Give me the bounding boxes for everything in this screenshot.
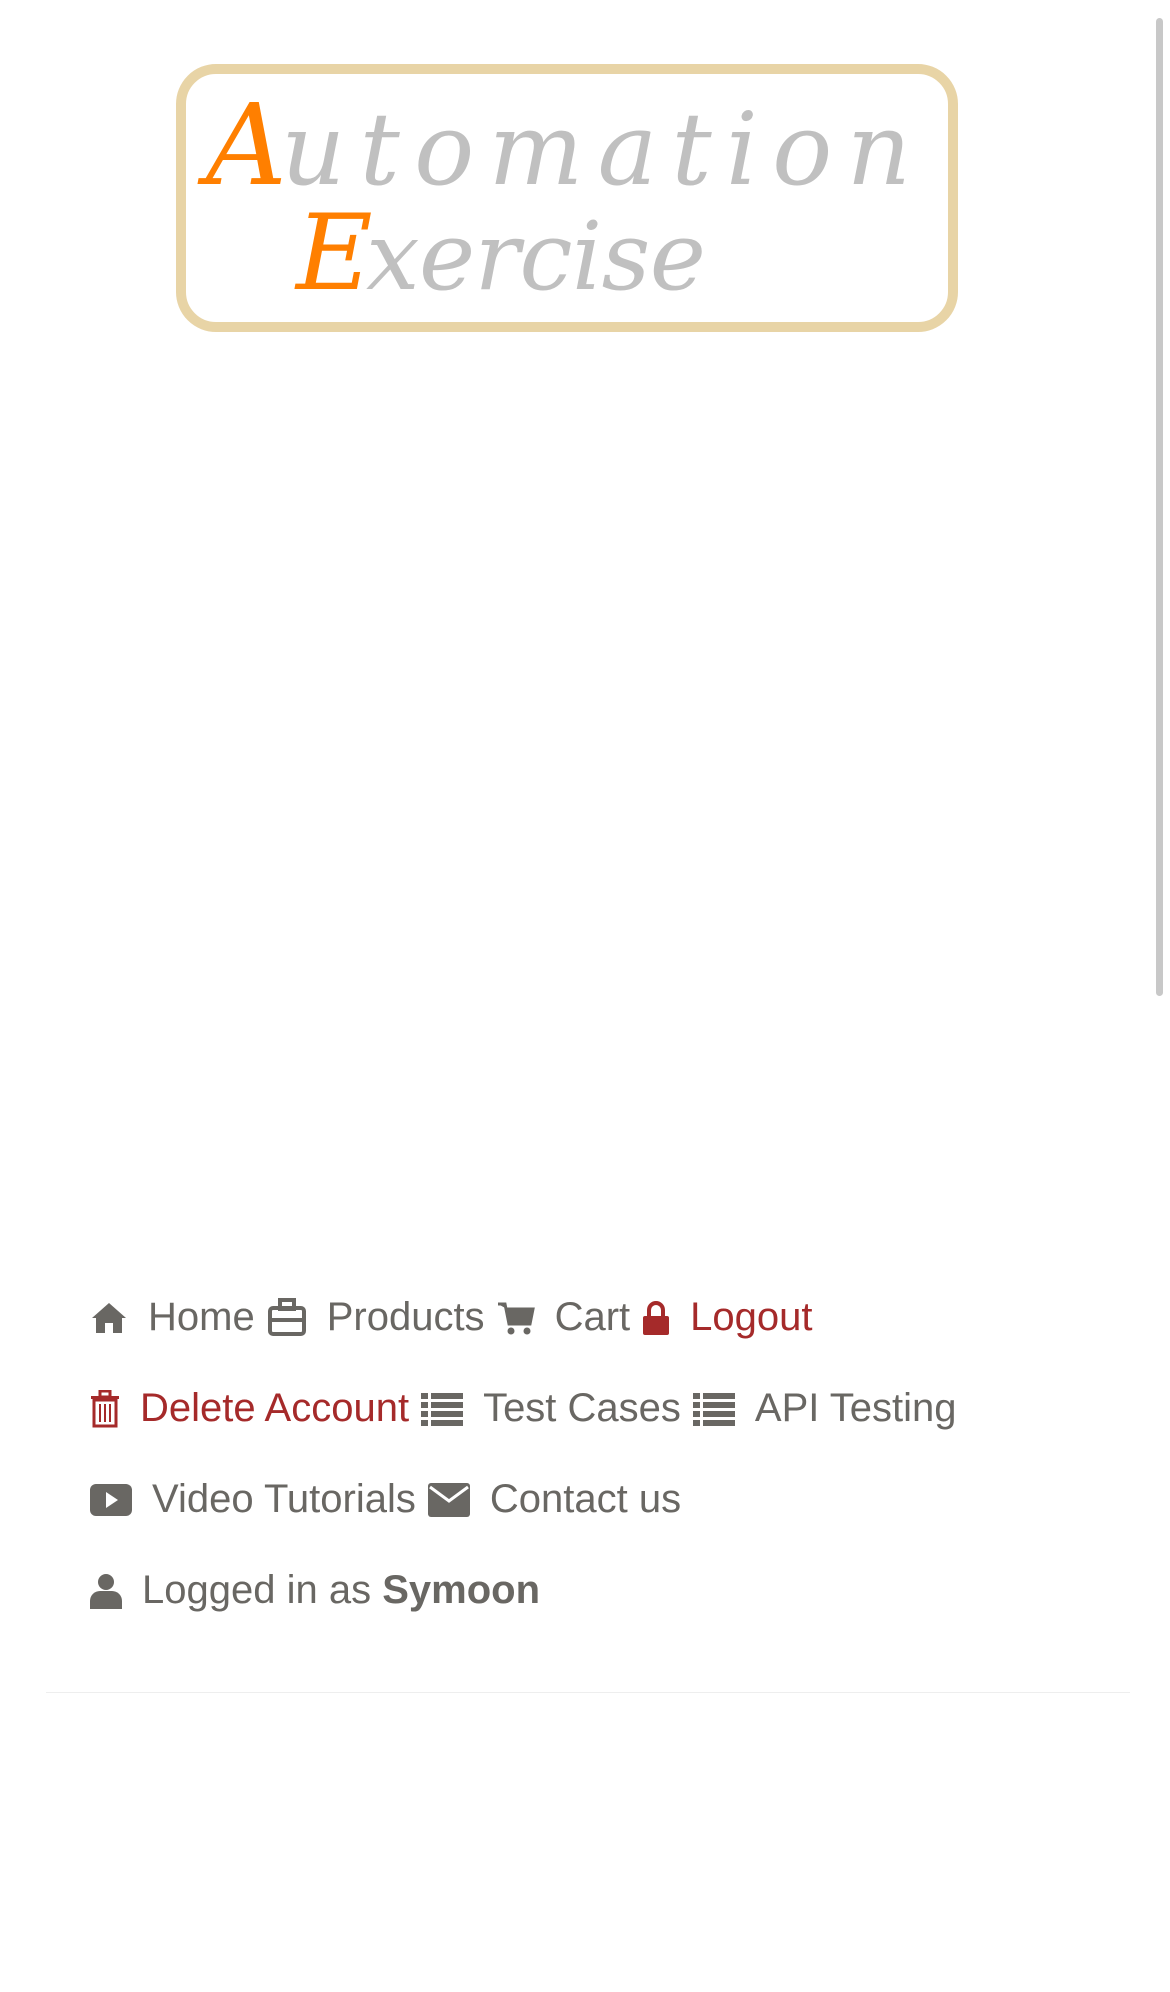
svg-text:xercise: xercise <box>366 202 706 312</box>
nav-logout-label: Logout <box>690 1295 813 1339</box>
main-navigation: Home Products Cart Logout Delete Account… <box>90 1272 1150 1636</box>
username: Symoon <box>382 1568 541 1612</box>
nav-home-label: Home <box>148 1295 255 1339</box>
nav-products[interactable]: Products <box>267 1295 485 1340</box>
list-icon <box>421 1392 464 1426</box>
briefcase-icon <box>267 1297 306 1336</box>
site-logo[interactable]: A utomation E xercise <box>176 64 958 332</box>
nav-cart-label: Cart <box>554 1295 631 1339</box>
user-icon <box>90 1573 122 1609</box>
nav-delete-account-label: Delete Account <box>140 1386 410 1430</box>
nav-products-label: Products <box>326 1295 485 1339</box>
trash-icon <box>91 1389 119 1427</box>
header-divider <box>46 1692 1130 1693</box>
scrollbar[interactable] <box>1156 18 1163 996</box>
nav-api-testing[interactable]: API Testing <box>692 1386 957 1431</box>
youtube-play-icon <box>90 1483 132 1516</box>
nav-test-cases[interactable]: Test Cases <box>421 1386 681 1431</box>
nav-contact-us[interactable]: Contact us <box>427 1477 682 1522</box>
list-icon <box>692 1392 735 1426</box>
nav-test-cases-label: Test Cases <box>483 1386 681 1430</box>
nav-logout[interactable]: Logout <box>642 1295 812 1340</box>
nav-cart[interactable]: Cart <box>497 1295 631 1340</box>
home-icon <box>92 1302 126 1333</box>
nav-home[interactable]: Home <box>90 1295 255 1340</box>
nav-api-testing-label: API Testing <box>754 1386 957 1430</box>
envelope-icon <box>427 1482 470 1517</box>
svg-text:E: E <box>294 192 373 314</box>
nav-contact-us-label: Contact us <box>489 1477 682 1521</box>
lock-icon <box>643 1300 670 1335</box>
svg-text:A: A <box>197 81 287 211</box>
nav-video-tutorials-label: Video Tutorials <box>152 1477 416 1521</box>
logged-in-status: Logged in as Symoon <box>90 1568 540 1613</box>
logo-image: A utomation E xercise <box>197 81 911 314</box>
svg-text:utomation: utomation <box>281 91 911 208</box>
nav-delete-account[interactable]: Delete Account <box>90 1386 409 1431</box>
logged-in-prefix: Logged in as <box>142 1568 372 1612</box>
nav-video-tutorials[interactable]: Video Tutorials <box>90 1477 416 1522</box>
shopping-cart-icon <box>497 1302 535 1334</box>
